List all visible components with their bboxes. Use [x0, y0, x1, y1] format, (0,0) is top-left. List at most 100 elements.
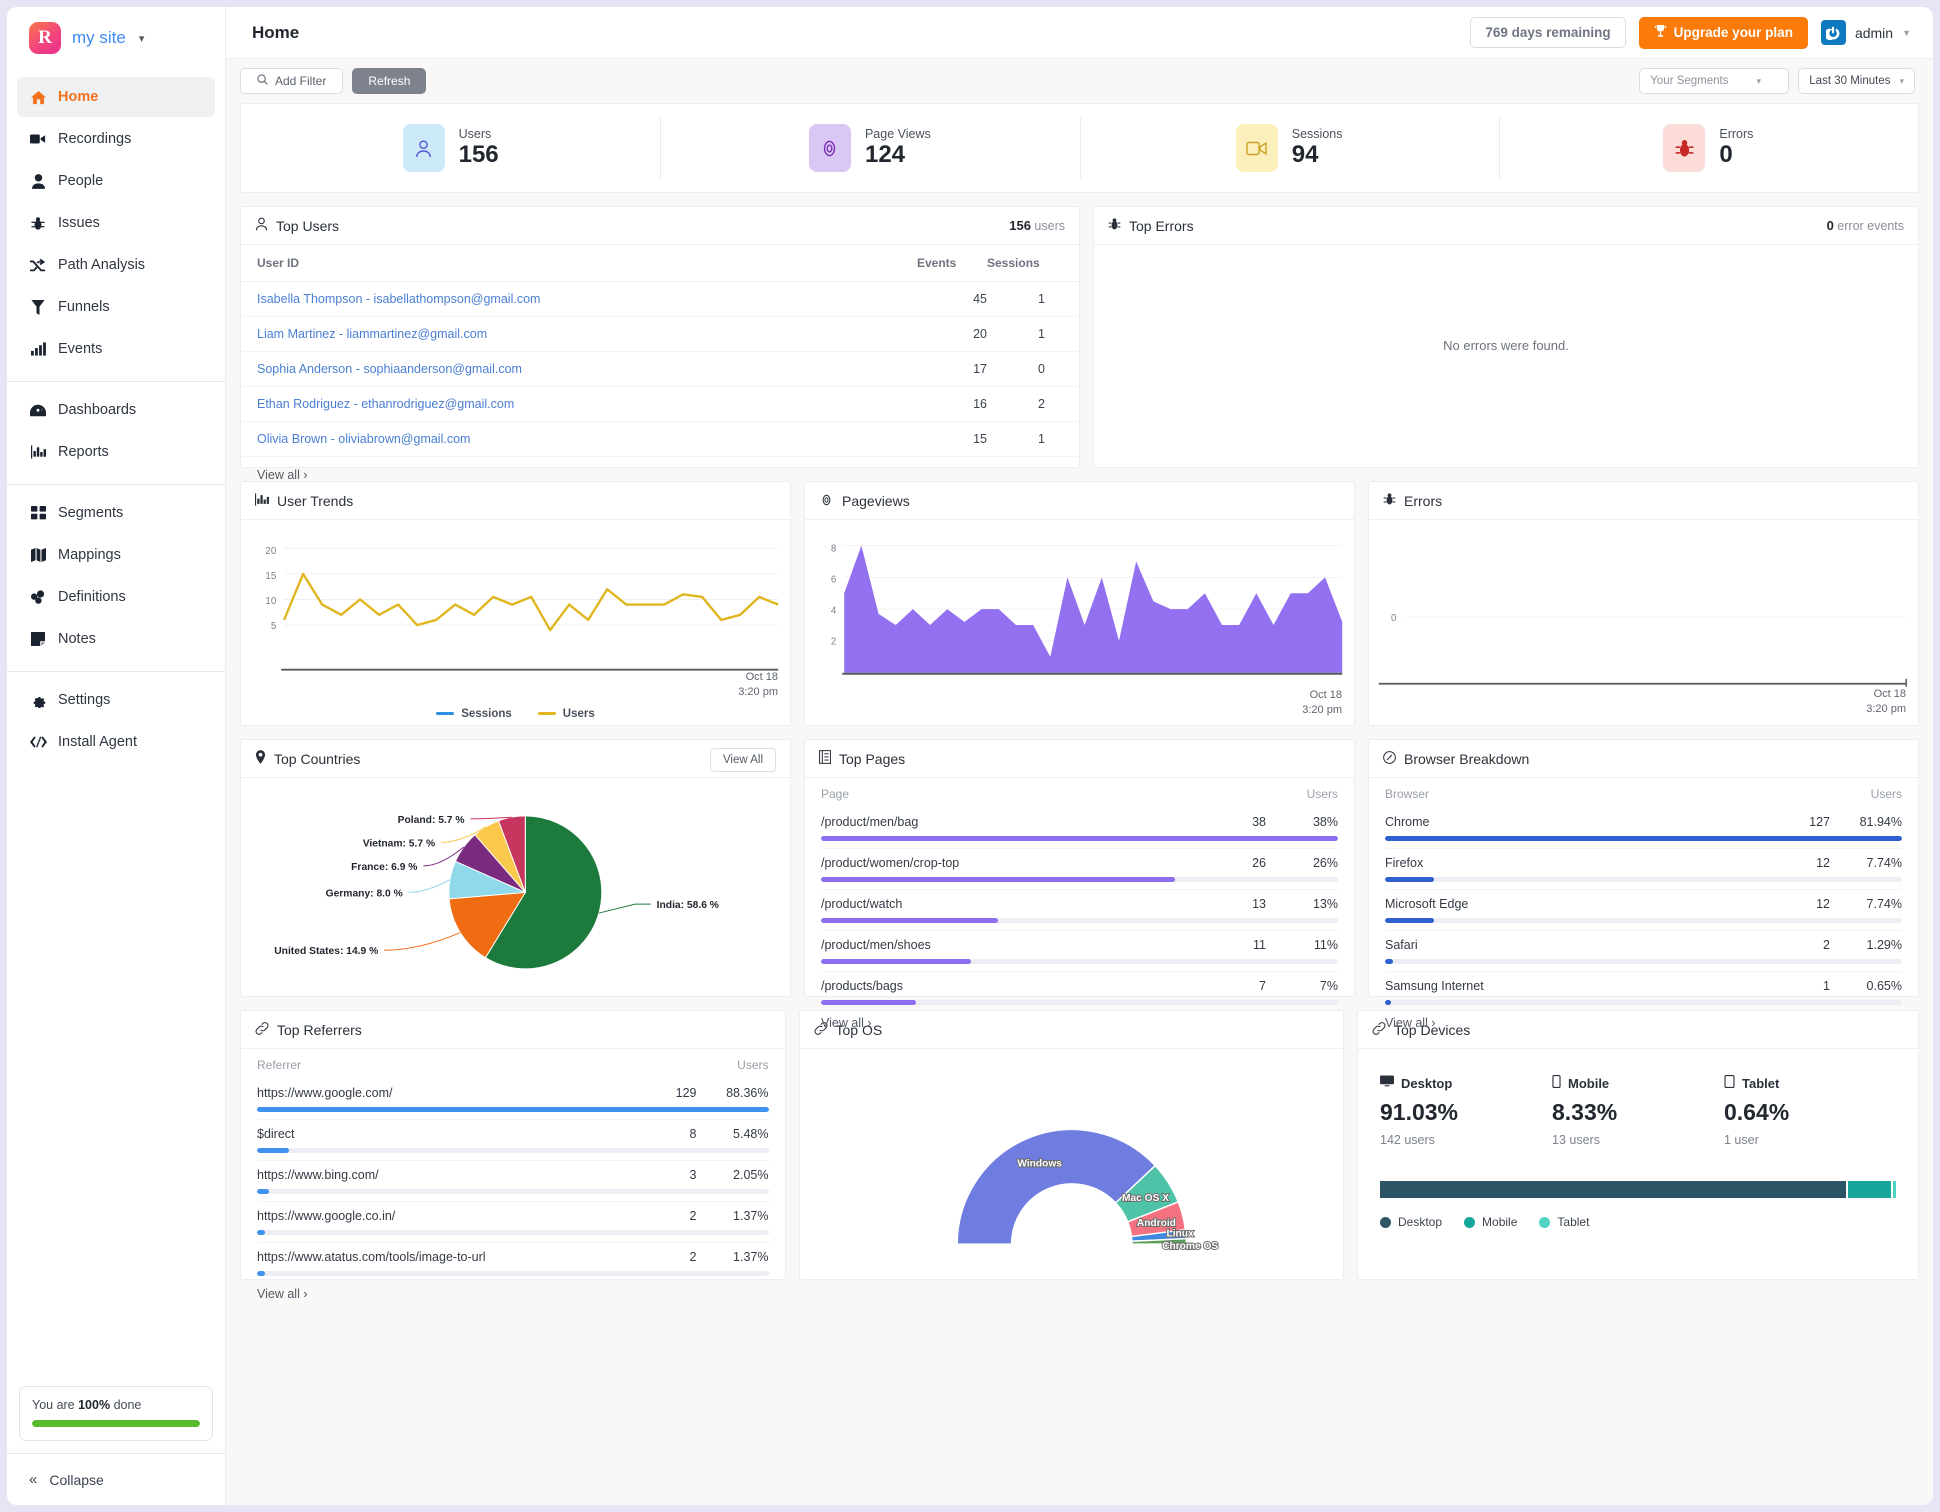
date-line-1: Oct 18	[1309, 689, 1342, 702]
browser-row[interactable]: Microsoft Edge 12 7.74%	[1385, 890, 1902, 931]
cell-sessions: 1	[987, 421, 1079, 457]
sidebar-item-label: Notes	[58, 631, 96, 647]
map-icon	[29, 548, 47, 562]
top-page-row[interactable]: /products/bags 7 7%	[821, 972, 1338, 1005]
brand-logo: R	[29, 22, 61, 54]
site-name: my site	[72, 28, 126, 47]
sidebar-item-mappings[interactable]: Mappings	[17, 535, 215, 575]
pageviews-chart[interactable]: 2 4 6 8 Oct 18 3:20 pm	[805, 520, 1354, 726]
browser-view-all[interactable]: View all ›	[1385, 1005, 1435, 1030]
top-page-row[interactable]: /product/women/crop-top 26 26%	[821, 849, 1338, 890]
legend-item-sessions[interactable]: Sessions	[436, 708, 512, 720]
browser-row[interactable]: Safari 2 1.29%	[1385, 931, 1902, 972]
user-trends-chart[interactable]: 5 10 15 20 Oct 18 3:20 pm Sessions Users	[241, 520, 790, 726]
funnel-icon	[29, 299, 47, 315]
svg-text:10: 10	[265, 596, 276, 607]
top-countries-pie-chart[interactable]: India: 58.6 % Poland: 5.7 % Vietnam: 5.7 %…	[241, 778, 790, 996]
browser-row[interactable]: Firefox 12 7.74%	[1385, 849, 1902, 890]
row-name: /product/men/shoes	[821, 938, 931, 952]
sidebar-item-issues[interactable]: Issues	[17, 203, 215, 243]
referrer-row[interactable]: https://www.google.com/129 88.36%	[257, 1079, 769, 1120]
sidebar-item-label: Events	[58, 341, 103, 357]
sidebar-item-install-agent[interactable]: Install Agent	[17, 722, 215, 762]
legend-dot	[1380, 1216, 1391, 1228]
sidebar-item-path-analysis[interactable]: Path Analysis	[17, 245, 215, 285]
row-percent: 2.05%	[733, 1168, 769, 1182]
sidebar-item-home[interactable]: Home	[17, 77, 215, 117]
row-percent: 1.29%	[1866, 938, 1902, 952]
sidebar-item-label: Reports	[58, 444, 109, 460]
segments-select[interactable]: Your Segments ▾	[1639, 68, 1790, 94]
top-page-row[interactable]: /product/men/shoes 11 11%	[821, 931, 1338, 972]
legend-item-users[interactable]: Users	[537, 708, 595, 720]
user-link[interactable]: Isabella Thompson - isabellathompson@gma…	[257, 292, 540, 306]
row-users: 3	[689, 1168, 697, 1182]
referrer-row[interactable]: https://www.bing.com/3 2.05%	[257, 1161, 769, 1202]
row-bar-fill	[821, 918, 998, 923]
panel-header: User Trends	[241, 482, 790, 520]
user-link[interactable]: Sophia Anderson - sophiaanderson@gmail.c…	[257, 362, 522, 376]
sidebar-item-settings[interactable]: Settings	[17, 680, 215, 720]
top-header: Home 769 days remaining Upgrade your pla…	[226, 7, 1933, 59]
progress-suffix: done	[110, 1398, 142, 1412]
refresh-button[interactable]: Refresh	[352, 68, 427, 94]
user-menu[interactable]: admin ▼	[1820, 20, 1911, 45]
time-range-select[interactable]: Last 30 Minutes ▾	[1798, 68, 1915, 94]
brand-selector[interactable]: R my site ▾	[7, 7, 225, 69]
top-os-gauge-chart[interactable]: Windows Mac OS X AndroidLinuxChrome OS	[800, 1049, 1344, 1279]
sidebar-item-segments[interactable]: Segments	[17, 493, 215, 533]
sidebar-item-events[interactable]: Events	[17, 329, 215, 369]
row-bar-fill	[257, 1189, 269, 1194]
report-icon	[29, 445, 47, 459]
device-legend-item[interactable]: Desktop	[1380, 1215, 1442, 1229]
referrer-row[interactable]: $direct 8 5.48%	[257, 1120, 769, 1161]
count-unit: users	[1034, 219, 1065, 233]
top-page-row[interactable]: /product/men/bag 38 38%	[821, 808, 1338, 849]
sidebar-item-definitions[interactable]: Definitions	[17, 577, 215, 617]
panel-body: Windows Mac OS X Android Linux Chrome OS	[800, 1049, 1344, 1279]
referrers-view-all[interactable]: View all ›	[257, 1276, 307, 1301]
sidebar-item-reports[interactable]: Reports	[17, 432, 215, 472]
referrers-list: Referrer Users https://www.google.com/12…	[241, 1049, 785, 1303]
panel-header-actions: View All	[709, 747, 776, 772]
sidebar-item-notes[interactable]: Notes	[17, 619, 215, 659]
referrer-row[interactable]: https://www.atatus.com/tools/image-to-ur…	[257, 1243, 769, 1276]
device-legend-item[interactable]: Tablet	[1539, 1215, 1589, 1229]
sidebar-item-funnels[interactable]: Funnels	[17, 287, 215, 327]
cell-events: 17	[917, 351, 987, 387]
sidebar-item-recordings[interactable]: Recordings	[17, 119, 215, 159]
eye-icon	[808, 124, 851, 172]
panel-header: Pageviews	[805, 482, 1354, 520]
pie-label: India: 58.6 %	[657, 900, 719, 911]
top-page-row[interactable]: /product/watch 13 13%	[821, 890, 1338, 931]
collapse-sidebar-button[interactable]: « Collapse	[7, 1453, 225, 1505]
top-pages-view-all[interactable]: View all ›	[821, 1005, 871, 1030]
countries-view-all-button[interactable]: View All	[709, 747, 776, 772]
legend-dot	[1464, 1216, 1476, 1228]
errors-chart[interactable]: 0 Oct 18 3:20 pm	[1369, 520, 1918, 725]
panel-title-text: Pageviews	[842, 492, 910, 509]
user-link[interactable]: Ethan Rodriguez - ethanrodriguez@gmail.c…	[257, 397, 514, 411]
row-percent: 13%	[1312, 897, 1338, 911]
device-users: 142 users	[1380, 1133, 1435, 1147]
stat-card-sessions: Sessions 94	[1079, 104, 1499, 192]
top-users-view-all[interactable]: View all ›	[241, 457, 307, 482]
stat-card-text: Users 156	[459, 127, 499, 169]
row-percent: 5.48%	[733, 1127, 769, 1141]
top-users-tbody: Isabella Thompson - isabellathompson@gma…	[241, 281, 1079, 457]
sidebar-item-people[interactable]: People	[17, 161, 215, 201]
cell-user-id: Isabella Thompson - isabellathompson@gma…	[241, 281, 917, 317]
add-filter-button[interactable]: Add Filter	[240, 68, 344, 94]
browser-row[interactable]: Chrome 127 81.94%	[1385, 808, 1902, 849]
stat-card-page-views: Page Views 124	[660, 104, 1079, 192]
chart-date-label: Oct 18 3:20 pm	[1302, 688, 1342, 718]
user-link[interactable]: Liam Martinez - liammartinez@gmail.com	[257, 327, 487, 341]
device-legend-item[interactable]: Mobile	[1464, 1215, 1517, 1229]
gauge-label: Android	[1136, 1218, 1175, 1229]
gauge-slice[interactable]	[955, 1128, 1156, 1245]
referrer-row[interactable]: https://www.google.co.in/2 1.37%	[257, 1202, 769, 1243]
browser-row[interactable]: Samsung Internet 1 0.65%	[1385, 972, 1902, 1005]
upgrade-plan-button[interactable]: Upgrade your plan	[1638, 16, 1808, 49]
sidebar-item-dashboards[interactable]: Dashboards	[17, 390, 215, 430]
user-link[interactable]: Olivia Brown - oliviabrown@gmail.com	[257, 432, 470, 446]
